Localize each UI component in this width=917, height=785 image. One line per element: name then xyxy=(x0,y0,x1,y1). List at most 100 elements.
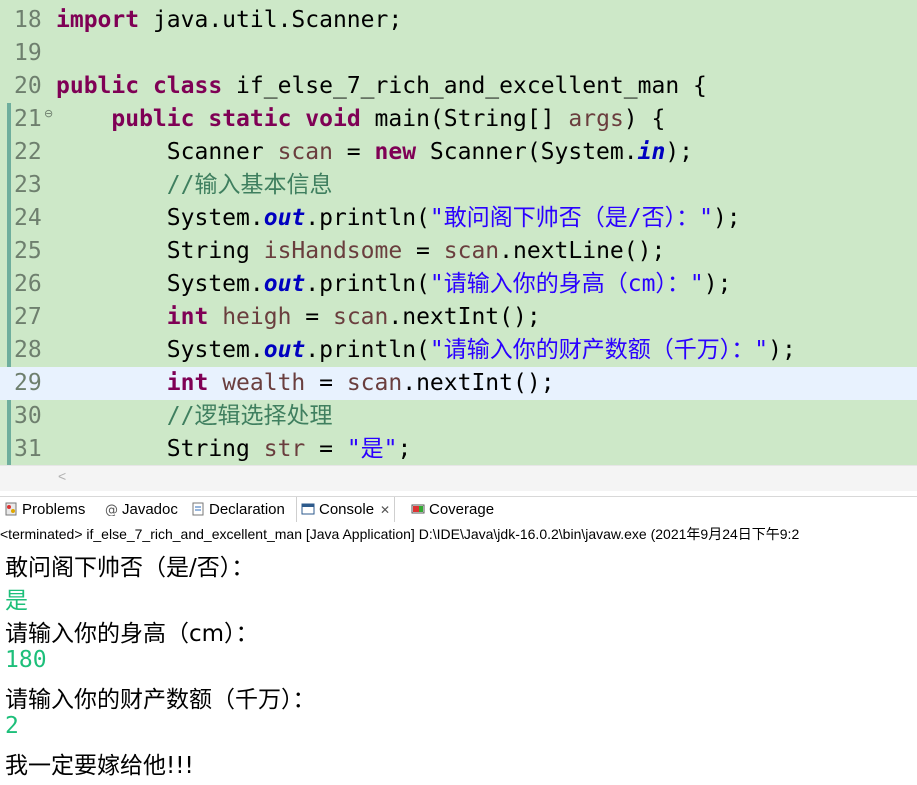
code-token: public xyxy=(56,73,140,99)
code-token: ); xyxy=(703,271,732,297)
code-token: .nextInt(); xyxy=(402,370,555,396)
console-output-line: 请输入你的身高（cm）： xyxy=(5,621,259,647)
scroll-left-arrow-icon[interactable]: < xyxy=(58,468,66,484)
code-token: .println( xyxy=(305,271,430,297)
code-token: out xyxy=(263,205,306,231)
code-token: = xyxy=(402,238,444,264)
code-token: ) { xyxy=(623,106,666,132)
code-token: .nextLine(); xyxy=(499,238,666,264)
code-line[interactable]: 20 public class if_else_7_rich_and_excell… xyxy=(0,70,917,103)
line-number: 19 xyxy=(14,40,42,66)
code-text: import java.util.Scanner; xyxy=(56,4,402,37)
horizontal-scrollbar[interactable]: < xyxy=(0,465,917,491)
line-number: 20 xyxy=(14,73,42,99)
code-text: System.out.println("请输入你的身高（cm）："); xyxy=(56,268,732,301)
console-output-line: 我一定要嫁给他!!! xyxy=(5,753,194,779)
code-token: = xyxy=(305,436,347,462)
code-token: System. xyxy=(56,205,264,231)
code-token: ); xyxy=(768,337,796,363)
code-line[interactable]: 19 xyxy=(0,37,917,70)
line-number: 22 xyxy=(14,139,42,165)
code-line[interactable]: 21 ⊖ public static void main(String[] arg… xyxy=(0,103,917,136)
code-token: void xyxy=(305,106,361,132)
code-token: args xyxy=(568,106,624,132)
tab-label: Console xyxy=(319,501,375,518)
svg-text:@: @ xyxy=(105,503,118,516)
line-number: 26 xyxy=(14,271,42,297)
code-token: heigh xyxy=(222,304,292,330)
code-token: if_else_7_rich_and_excellent_man { xyxy=(222,73,707,99)
tab-console[interactable]: Console ✕ xyxy=(296,497,396,522)
line-number: 24 xyxy=(14,205,42,231)
code-token: static xyxy=(208,106,292,132)
code-token: ); xyxy=(712,205,741,231)
code-token: "是" xyxy=(346,436,398,462)
code-line[interactable]: 23 //输入基本信息 xyxy=(0,169,917,202)
code-token: wealth xyxy=(222,370,306,396)
code-text: //逻辑选择处理 xyxy=(56,400,333,433)
code-token: .println( xyxy=(305,205,430,231)
tab-javadoc[interactable]: @ Javadoc xyxy=(104,497,178,522)
code-token: scan xyxy=(443,238,500,264)
code-token: int xyxy=(166,370,209,396)
code-token: "敢问阁下帅否（是/否）：" xyxy=(429,205,713,231)
view-tab-bar: Problems @ Javadoc Declaration Console ✕ Cover… xyxy=(0,496,917,522)
code-token: ; xyxy=(397,436,412,462)
code-line[interactable]: 30 //逻辑选择处理 xyxy=(0,400,917,433)
code-text: String isHandsome = scan.nextLine(); xyxy=(56,235,666,268)
tab-label: Problems xyxy=(22,501,86,518)
line-number: 21 xyxy=(14,106,42,132)
code-token: in xyxy=(637,139,666,165)
code-text: //输入基本信息 xyxy=(56,169,333,202)
console-input-line: 是 xyxy=(5,588,28,614)
code-line[interactable]: 31 String str = "是"; xyxy=(0,433,917,465)
tab-coverage[interactable]: Coverage xyxy=(411,497,494,522)
code-line[interactable]: 27 int heigh = scan.nextInt(); xyxy=(0,301,917,334)
line-number: 30 xyxy=(14,403,42,429)
code-line[interactable]: 29 int wealth = scan.nextInt(); xyxy=(0,367,917,400)
code-token: main(String[] xyxy=(360,106,569,132)
code-token: = xyxy=(291,304,333,330)
code-token: new xyxy=(374,139,417,165)
line-number: 18 xyxy=(14,7,42,33)
console-status-line: <terminated> if_else_7_rich_and_excellen… xyxy=(0,523,917,545)
console-output-line: 请输入你的财产数额（千万）： xyxy=(5,687,316,713)
code-token: isHandsome xyxy=(263,238,403,264)
code-line[interactable]: 26 System.out.println("请输入你的身高（cm）："); xyxy=(0,268,917,301)
code-editor[interactable]: 18 import java.util.Scanner; 19 20 public cl… xyxy=(0,0,917,465)
console-output-line: 敢问阁下帅否（是/否）： xyxy=(5,555,255,581)
fold-toggle-icon[interactable]: ⊖ xyxy=(44,107,53,120)
code-line[interactable]: 28 System.out.println("请输入你的财产数额（千万）："); xyxy=(0,334,917,367)
coverage-icon xyxy=(411,499,425,514)
tab-label: Declaration xyxy=(209,501,285,518)
code-token: "请输入你的财产数额（千万）：" xyxy=(429,337,769,363)
code-token: import xyxy=(56,7,140,33)
code-token: str xyxy=(263,436,306,462)
code-token: System. xyxy=(56,271,264,297)
code-token: java.util.Scanner; xyxy=(139,7,403,33)
code-text: public static void main(String[] args) { xyxy=(56,103,665,136)
line-number: 29 xyxy=(14,370,42,396)
code-line[interactable]: 18 import java.util.Scanner; xyxy=(0,4,917,37)
code-token: .nextInt(); xyxy=(388,304,541,330)
line-number: 27 xyxy=(14,304,42,330)
close-tab-icon[interactable]: ✕ xyxy=(380,503,390,517)
tab-problems[interactable]: Problems xyxy=(4,497,85,522)
tab-declaration[interactable]: Declaration xyxy=(191,497,285,522)
code-line[interactable]: 25 String isHandsome = scan.nextLine(); xyxy=(0,235,917,268)
code-line[interactable]: 24 System.out.println("敢问阁下帅否（是/否）："); xyxy=(0,202,917,235)
code-token: Scanner(System. xyxy=(416,139,638,165)
problems-icon xyxy=(4,499,18,516)
code-token: Scanner xyxy=(56,139,278,165)
code-token: ); xyxy=(665,139,694,165)
code-token: scan xyxy=(332,304,389,330)
code-line[interactable]: 22 Scanner scan = new Scanner(System.in)… xyxy=(0,136,917,169)
code-text: System.out.println("请输入你的财产数额（千万）："); xyxy=(56,334,796,367)
code-text: int heigh = scan.nextInt(); xyxy=(56,301,541,334)
code-token: class xyxy=(152,73,223,99)
